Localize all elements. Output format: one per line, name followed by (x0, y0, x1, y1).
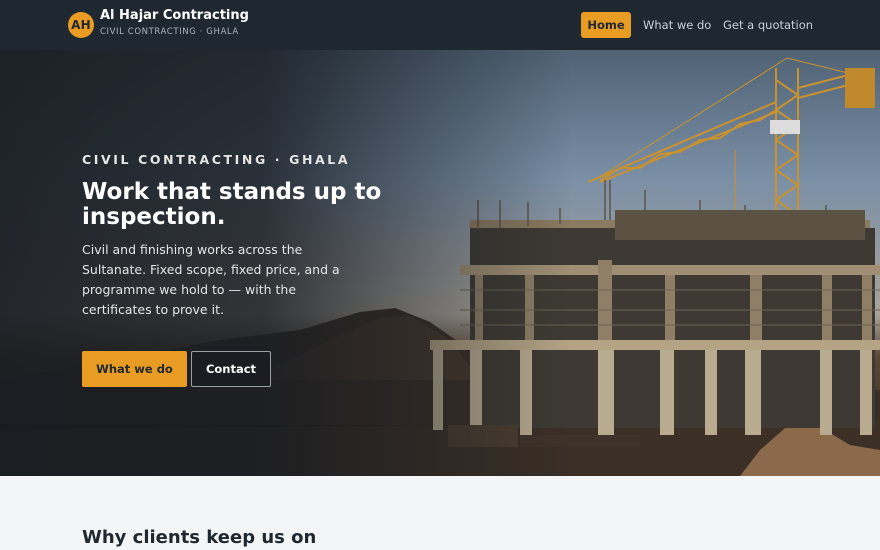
nav-what-we-do-link[interactable]: What we do (643, 12, 711, 38)
logo-mark[interactable]: AH (68, 12, 94, 38)
nav-home-link[interactable]: Home (581, 12, 631, 38)
nav-quotation-link[interactable]: Get a quotation (723, 12, 813, 38)
hero-eyebrow: CIVIL CONTRACTING · GHALA (82, 152, 351, 167)
brand-name[interactable]: Al Hajar Contracting (100, 8, 249, 23)
brand-tagline: CIVIL CONTRACTING · GHALA (100, 27, 239, 37)
contact-button[interactable]: Contact (191, 351, 271, 387)
what-we-do-button[interactable]: What we do (82, 351, 187, 387)
site-header: AH Al Hajar Contracting CIVIL CONTRACTIN… (0, 0, 880, 50)
hero-banner: CIVIL CONTRACTING · GHALA Work that stan… (0, 50, 880, 476)
hero-description: Civil and finishing works across the Sul… (82, 242, 340, 317)
section-heading: Why clients keep us on (82, 527, 317, 548)
hero-headline: Work that stands up to inspection. (82, 179, 382, 230)
